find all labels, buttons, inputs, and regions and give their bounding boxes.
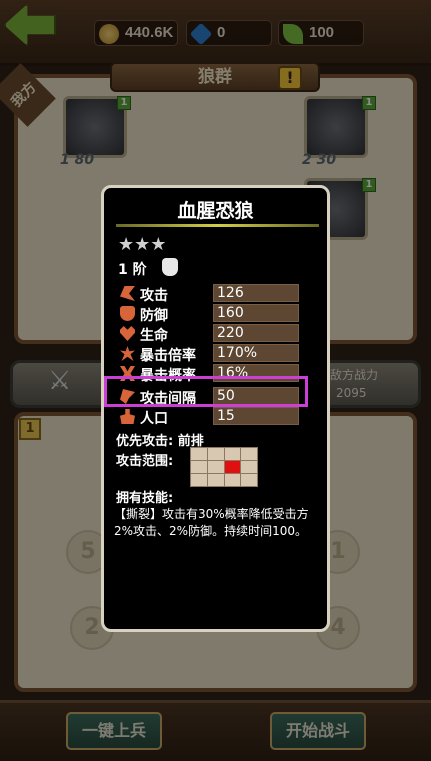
range-cell [207,461,224,473]
attack-range-label: 攻击范围: [116,454,174,469]
range-cell [241,461,257,473]
range-cell [224,474,241,486]
range-cell [207,474,224,486]
stat-value: 126 [217,285,244,301]
range-cell [207,448,224,460]
burst-icon [120,346,135,361]
unit-tier: 1 阶 [118,262,147,278]
unit-info-popup[interactable]: 血腥恐狼 ★★★ 1 阶 攻击 126 防御 160 生命 220 暴击倍率 1… [101,185,330,632]
stat-row-population: 人口 15 [118,407,318,427]
shield-icon [120,306,135,321]
range-cell [224,448,241,460]
stat-row-health: 生命 220 [118,324,318,344]
title-divider [116,224,319,227]
attack-range-grid [190,447,258,487]
heart-icon [120,326,135,341]
stat-row-attack: 攻击 126 [118,284,318,304]
range-cell [241,474,257,486]
range-cell [191,474,207,486]
stat-row-crit-multiplier: 暴击倍率 170% [118,344,318,364]
stat-value: 220 [217,325,244,341]
stat-label: 攻击 [140,288,168,304]
range-cell [191,448,207,460]
star-rating: ★★★ [118,234,167,255]
skill-description: 【撕裂】攻击有30%概率降低受击方2%攻击、2%防御。持续时间100。 [114,507,309,538]
stat-label: 暴击倍率 [140,348,196,364]
skills-label: 拥有技能: [116,491,174,506]
range-cell [241,448,257,460]
stat-value: 15 [217,408,235,424]
claw-icon [120,286,135,301]
attack-interval-highlight [104,376,308,407]
stat-label: 防御 [140,308,168,324]
stat-label: 人口 [140,411,168,427]
stat-value: 160 [217,305,244,321]
range-cell [191,461,207,473]
stat-value: 170% [217,345,258,361]
stat-label: 生命 [140,328,168,344]
person-icon [120,409,135,424]
unit-name: 血腥恐狼 [177,200,254,222]
range-cell-active [224,461,241,473]
stat-row-defense: 防御 160 [118,304,318,324]
fist-icon [162,258,178,276]
